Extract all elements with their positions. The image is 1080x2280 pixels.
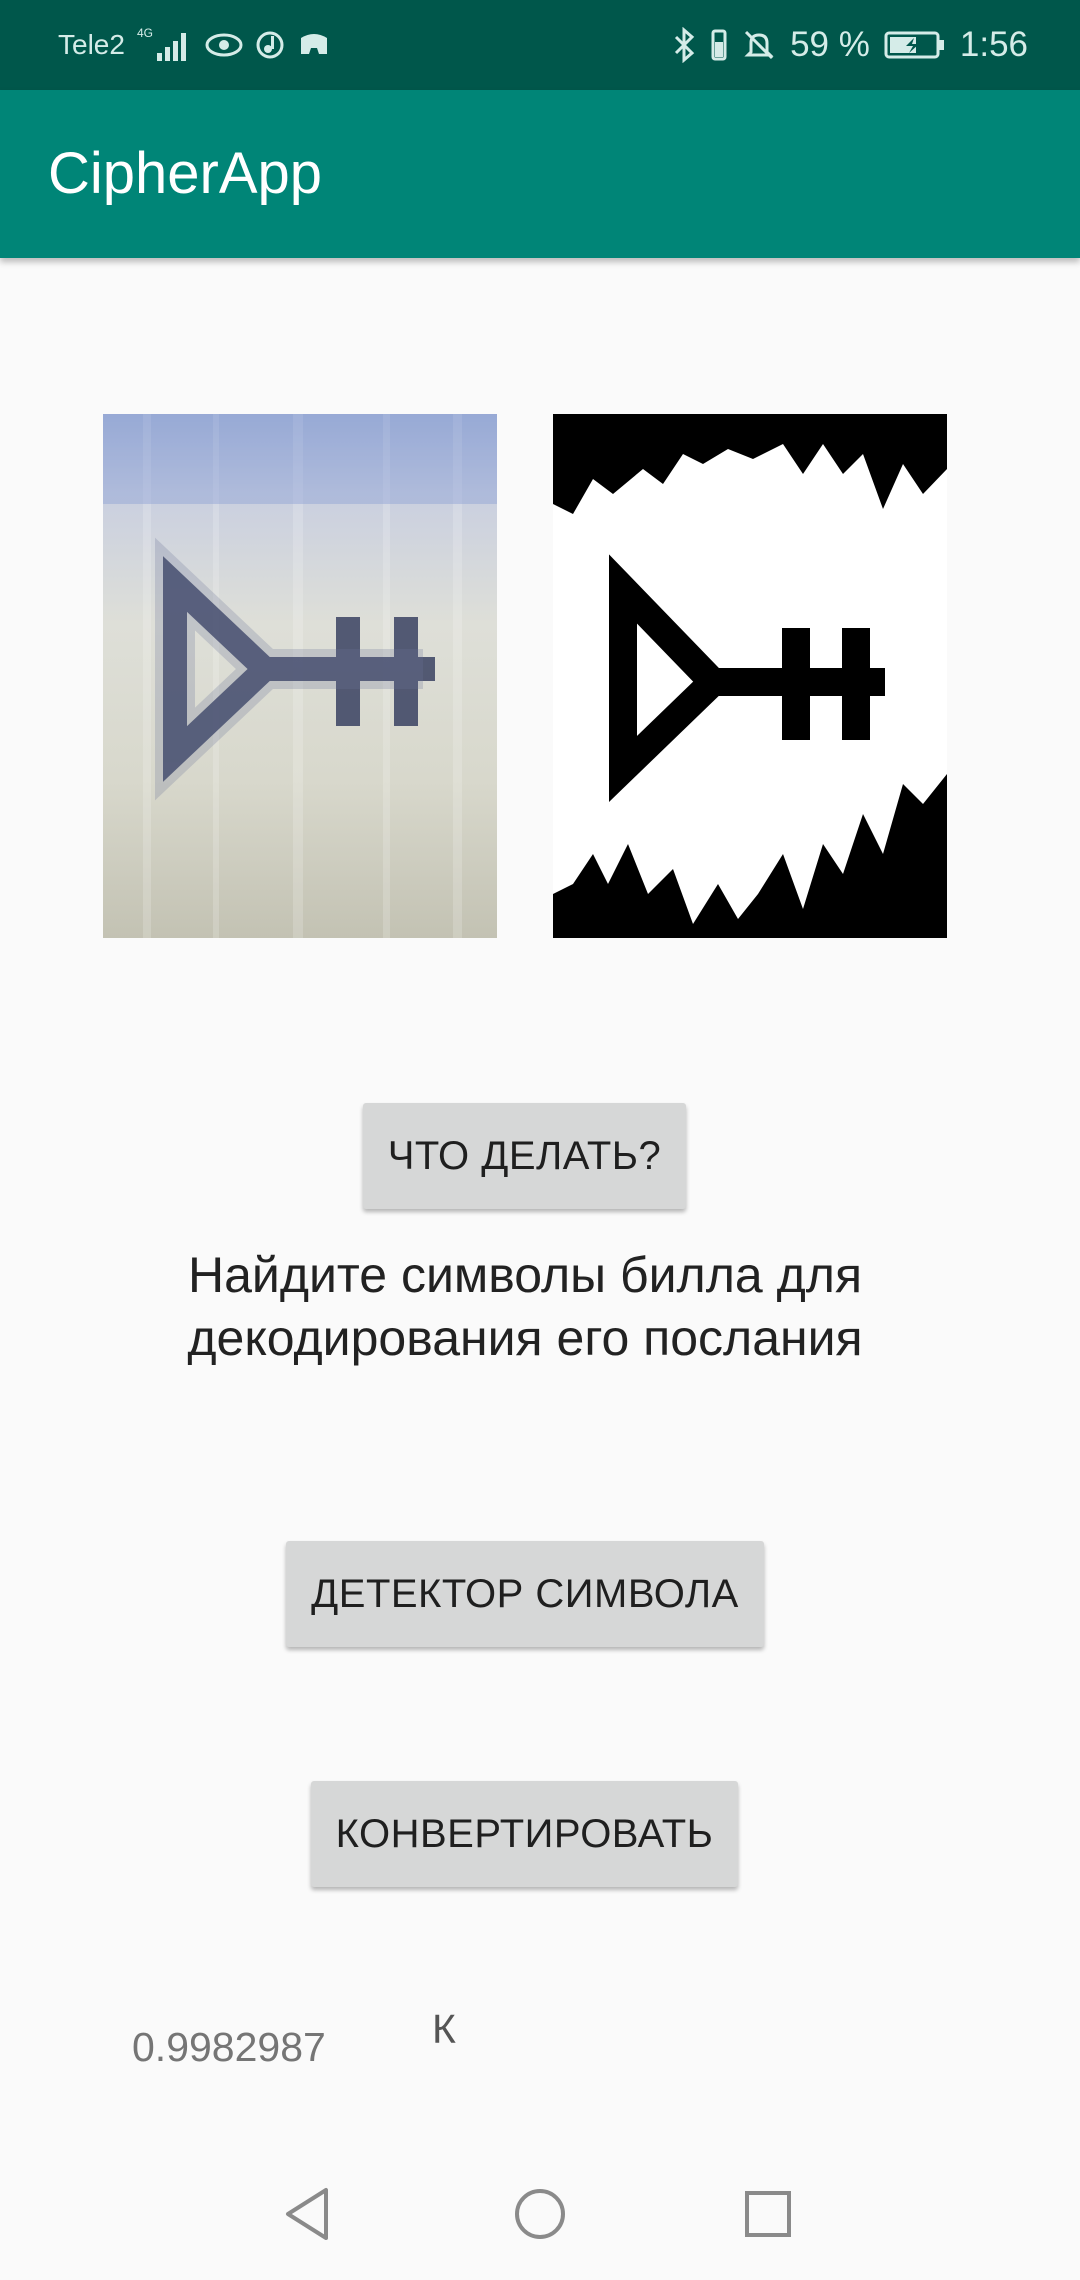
symbol-detector-button[interactable]: ДЕТЕКТОР СИМВОЛА [286, 1541, 764, 1647]
status-left: Tele2 4G [58, 0, 331, 90]
game-icon [297, 30, 331, 60]
original-photo [103, 414, 497, 938]
carrier-label: Tele2 [58, 29, 125, 60]
clock: 1:56 [959, 25, 1028, 64]
recents-icon[interactable] [732, 2178, 804, 2250]
convert-button[interactable]: КОНВЕРТИРОВАТЬ [311, 1781, 738, 1887]
app-title: CipherApp [48, 141, 323, 206]
navigation-bar [0, 2148, 1080, 2280]
vibrate-icon [710, 28, 728, 62]
mute-icon [742, 28, 776, 62]
decoded-letter: К [432, 2006, 456, 2052]
signal-icon: 4G [137, 25, 193, 65]
status-right: 59 % 1:56 [672, 0, 1028, 90]
battery-icon [884, 30, 946, 60]
binarized-photo [553, 414, 947, 938]
eye-icon [205, 30, 243, 60]
app-bar: CipherApp [0, 90, 1080, 258]
status-bar: Tele2 4G 59 % 1:56 [0, 0, 1080, 90]
network-label: 4G [137, 26, 153, 40]
battery-percent: 59 % [790, 25, 870, 64]
instruction-text: Найдите символы билла для декодирования … [187, 1247, 863, 1366]
what-to-do-button[interactable]: ЧТО ДЕЛАТЬ? [363, 1103, 686, 1209]
home-icon[interactable] [504, 2178, 576, 2250]
confidence-value: 0.9982987 [132, 2024, 326, 2070]
back-icon[interactable] [272, 2178, 344, 2250]
music-icon [255, 30, 285, 60]
bluetooth-icon [672, 27, 696, 63]
